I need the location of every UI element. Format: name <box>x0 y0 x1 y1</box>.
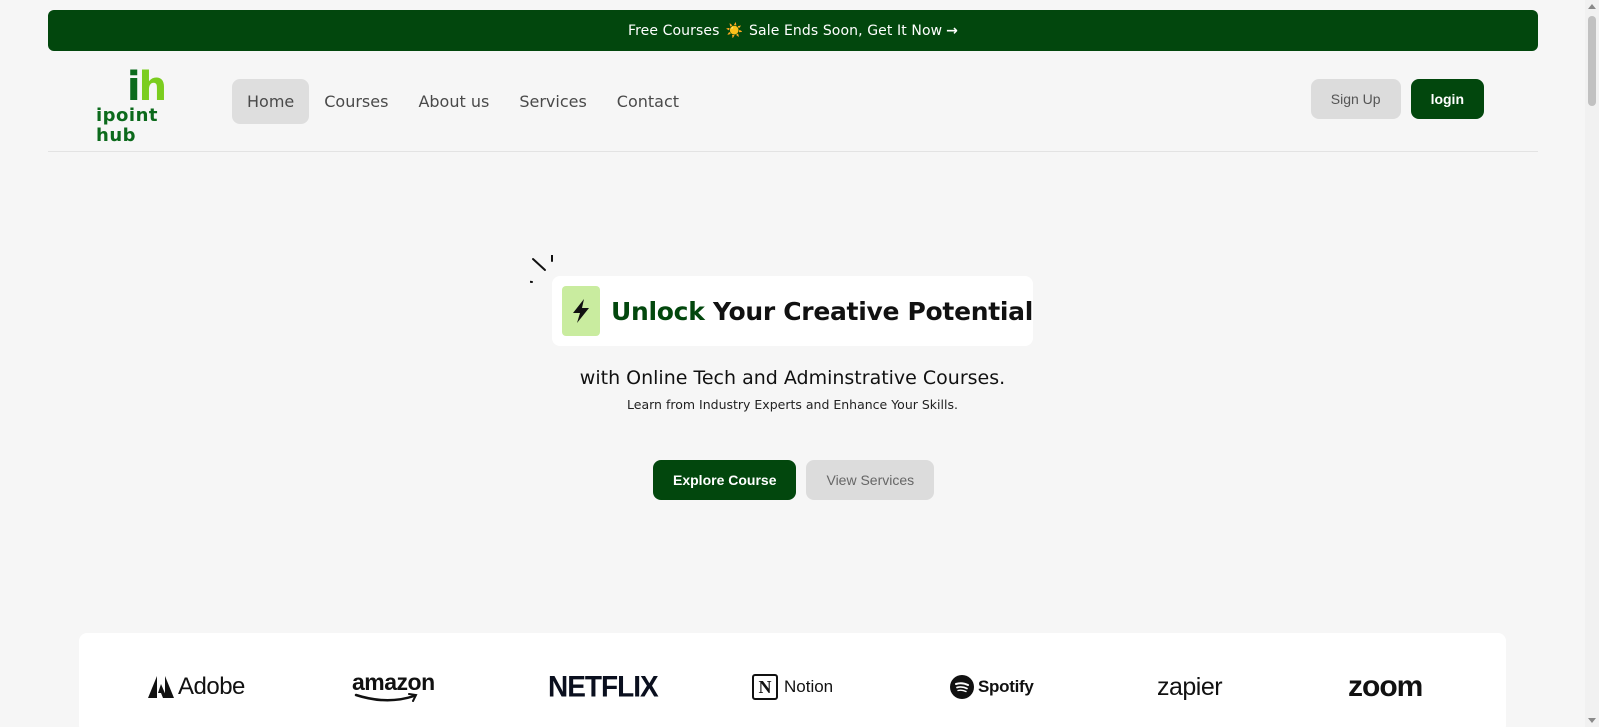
spotify-icon <box>950 675 974 699</box>
adobe-wordmark: Adobe <box>178 673 245 700</box>
hero-title-rest: Your Creative Potential <box>712 296 1033 326</box>
partner-logos-strip: Adobe amazon NETFLIX N Notion Spotify za… <box>79 633 1506 727</box>
site-header: ih ipoint hub Home Courses About us Serv… <box>48 50 1538 152</box>
notion-logo: N Notion <box>752 671 833 703</box>
nav-item-contact[interactable]: Contact <box>602 79 694 124</box>
logo-mark: ih <box>127 67 167 107</box>
sign-up-button[interactable]: Sign Up <box>1310 79 1401 119</box>
logo-mark-h: h <box>138 64 168 110</box>
nav-item-courses[interactable]: Courses <box>309 79 403 124</box>
amazon-smile-icon <box>354 693 418 702</box>
scroll-down-arrow-icon[interactable] <box>1588 718 1596 723</box>
page: Free Courses ☀️ Sale Ends Soon, Get It N… <box>0 0 1599 727</box>
sun-icon: ☀️ <box>725 22 744 39</box>
scroll-up-arrow-icon[interactable] <box>1588 4 1596 9</box>
logo-mark-i: i <box>126 64 141 110</box>
hero-tagline: Learn from Industry Experts and Enhance … <box>627 397 958 412</box>
spotify-wordmark: Spotify <box>978 677 1034 696</box>
spotify-logo: Spotify <box>950 671 1034 703</box>
logo[interactable]: ih ipoint hub <box>96 67 196 146</box>
lightning-bolt-icon <box>573 299 590 323</box>
notion-wordmark: Notion <box>784 677 834 696</box>
adobe-icon <box>148 676 174 698</box>
auth-buttons: Sign Up login <box>1310 79 1484 119</box>
main-nav: Home Courses About us Services Contact <box>232 79 694 124</box>
hero-actions: Explore Course View Services <box>653 460 935 500</box>
promo-text-start: Free Courses <box>627 22 720 39</box>
hero-title: Unlock Your Creative Potential <box>611 297 1033 326</box>
notion-icon: N <box>752 674 778 700</box>
explore-course-button[interactable]: Explore Course <box>653 460 797 500</box>
page-scrollbar[interactable] <box>1585 0 1599 727</box>
login-button[interactable]: login <box>1410 79 1484 119</box>
zoom-logo: zoom <box>1348 670 1423 703</box>
promo-banner[interactable]: Free Courses ☀️ Sale Ends Soon, Get It N… <box>48 10 1538 51</box>
view-services-button[interactable]: View Services <box>806 460 935 500</box>
arrow-right-icon: → <box>946 22 959 39</box>
hero-title-card: Unlock Your Creative Potential <box>552 276 1033 346</box>
netflix-logo: NETFLIX <box>548 670 659 703</box>
nav-item-about[interactable]: About us <box>403 79 504 124</box>
scroll-thumb[interactable] <box>1588 16 1596 106</box>
nav-item-home[interactable]: Home <box>232 79 310 124</box>
hero-subtitle: with Online Tech and Adminstrative Cours… <box>579 367 1006 389</box>
nav-item-services[interactable]: Services <box>504 79 601 124</box>
zapier-logo: zapier <box>1157 672 1223 701</box>
amazon-wordmark: amazon <box>352 669 435 695</box>
spotify-waves <box>955 682 969 693</box>
hero-title-accent: Unlock <box>611 296 705 326</box>
promo-text-end: Sale Ends Soon, Get It Now <box>749 22 943 39</box>
adobe-logo: Adobe <box>148 671 245 703</box>
logo-text: ipoint hub <box>96 105 159 146</box>
bolt-badge <box>562 286 601 336</box>
amazon-logo: amazon <box>352 671 435 703</box>
